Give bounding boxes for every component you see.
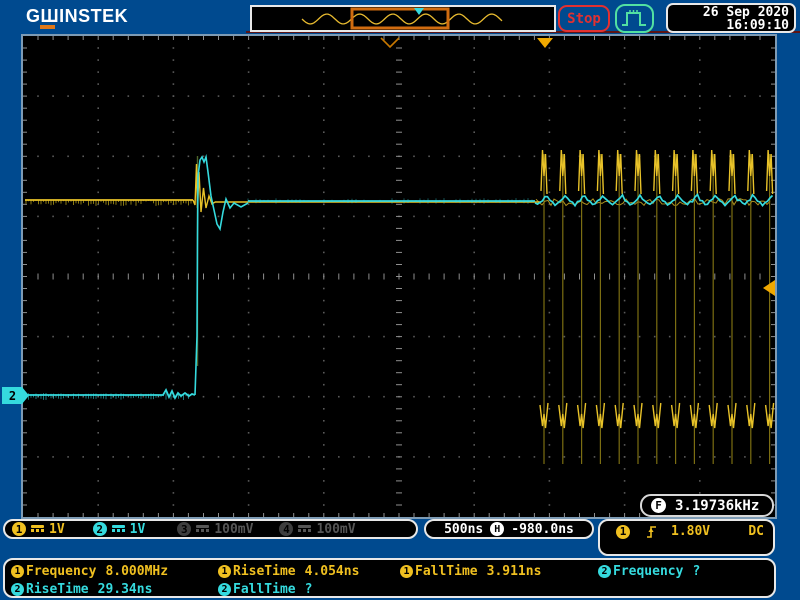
channel-badge: 1 [11, 565, 24, 578]
preview-waveform [252, 7, 554, 30]
frequency-counter-icon: F [651, 498, 666, 513]
trigger-mode-button[interactable] [615, 4, 654, 33]
measurement-label: Frequency [613, 564, 683, 579]
measurement-item: 2 FallTime ? [218, 582, 400, 597]
channel-3-status[interactable]: 3 100mV [177, 522, 253, 537]
trigger-source-badge: 1 [616, 525, 630, 539]
channel-1-scale: 1V [49, 522, 65, 537]
channel-badge: 1 [400, 565, 413, 578]
measurement-item: 1 FallTime 3.911ns [400, 564, 598, 579]
run-stop-button[interactable]: Stop [558, 5, 610, 32]
horizontal-position: -980.0ns [511, 522, 574, 537]
logo-w: Ш [41, 6, 60, 26]
measurement-value: 3.911ns [487, 564, 542, 579]
measurement-value: 4.054ns [305, 564, 360, 579]
measurement-label: RiseTime [26, 582, 89, 597]
channel-2-status[interactable]: 2 1V [93, 522, 146, 537]
dc-coupling-icon [196, 525, 209, 533]
channel-badge: 2 [218, 583, 231, 596]
measurement-item: 1 RiseTime 4.054ns [218, 564, 400, 579]
measurement-item: 1 Frequency 8.000MHz [11, 564, 218, 579]
pulse-icon [619, 6, 650, 31]
rising-edge-icon [646, 524, 658, 539]
trigger-level: 1.80V [671, 524, 710, 539]
preview-trigger-marker [414, 8, 424, 15]
dc-coupling-icon [31, 525, 44, 533]
channel-badge: 1 [218, 565, 231, 578]
measurement-label: FallTime [415, 564, 478, 579]
channel-1-badge: 1 [12, 522, 26, 536]
logo-g: G [26, 6, 41, 26]
time-label: 16:09:10 [668, 19, 789, 32]
measurement-value: ? [692, 564, 700, 579]
channel-4-scale: 100mV [316, 522, 355, 537]
channel-badge: 2 [598, 565, 611, 578]
oscilloscope-screen: GШINSTEK Stop 26 Sep 2020 16:09:10 2 F 3… [0, 0, 800, 600]
trigger-status: 1 1.80V DC [598, 519, 775, 556]
channel-badge: 2 [11, 583, 24, 596]
timebase-status: 500ns H -980.0ns [424, 519, 594, 539]
frequency-counter: F 3.19736kHz [640, 494, 774, 517]
trigger-position-marker[interactable] [537, 38, 553, 48]
measurement-label: FallTime [233, 582, 296, 597]
channel-3-scale: 100mV [214, 522, 253, 537]
dc-coupling-icon [112, 525, 125, 533]
logo-rest: INSTEK [59, 6, 128, 26]
channel-4-status[interactable]: 4 100mV [279, 522, 355, 537]
channel-3-badge: 3 [177, 522, 191, 536]
graticule-grid [23, 36, 775, 517]
measurement-item: 2 RiseTime 29.34ns [11, 582, 218, 597]
brand-logo: GШINSTEK [26, 6, 128, 26]
measurement-value: ? [305, 582, 313, 597]
channel-4-badge: 4 [279, 522, 293, 536]
measurement-value: 29.34ns [98, 582, 153, 597]
channel-status-bar: 1 1V 2 1V 3 100mV 4 100mV [3, 519, 418, 539]
measurement-panel: 1 Frequency 8.000MHz 1 RiseTime 4.054ns … [3, 558, 776, 598]
logo-underline [40, 25, 55, 29]
waveform-display [23, 36, 775, 517]
measurement-value: 8.000MHz [105, 564, 168, 579]
channel-2-badge: 2 [93, 522, 107, 536]
measurement-label: Frequency [26, 564, 96, 579]
ch2-position-label: 2 [9, 389, 16, 403]
timebase-scale: 500ns [444, 522, 483, 537]
datetime-display: 26 Sep 2020 16:09:10 [666, 3, 796, 33]
measurement-label: RiseTime [233, 564, 296, 579]
run-state-label: Stop [567, 11, 601, 27]
graticule [21, 34, 777, 519]
acquisition-preview-bar[interactable] [250, 5, 556, 32]
measurement-item: 2 Frequency ? [598, 564, 774, 579]
dc-coupling-icon [298, 525, 311, 533]
frequency-counter-value: 3.19736kHz [675, 498, 759, 514]
channel-1-status[interactable]: 1 1V [12, 522, 65, 537]
channel-2-scale: 1V [130, 522, 146, 537]
horizontal-icon: H [490, 522, 504, 536]
trigger-coupling: DC [748, 524, 764, 539]
